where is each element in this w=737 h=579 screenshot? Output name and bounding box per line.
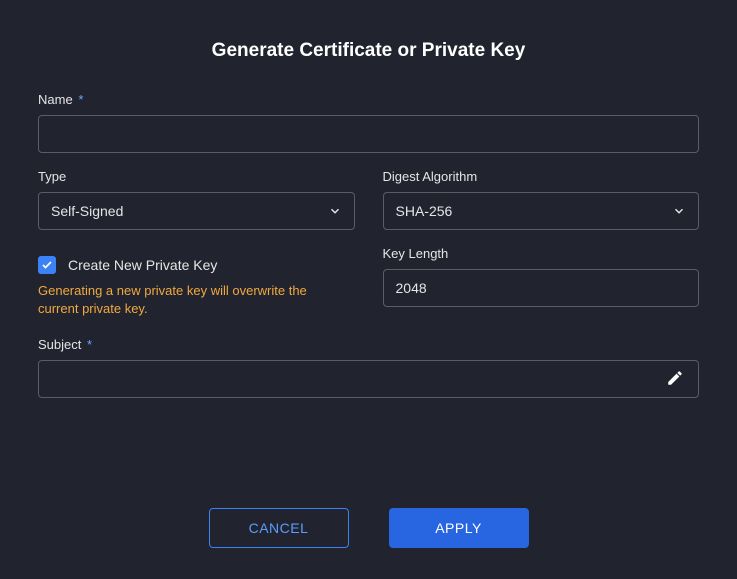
subject-input[interactable] bbox=[38, 360, 699, 398]
modal-title: Generate Certificate or Private Key bbox=[38, 40, 699, 62]
check-icon bbox=[41, 259, 53, 271]
name-label: Name * bbox=[38, 92, 699, 107]
create-key-label: Create New Private Key bbox=[68, 257, 217, 273]
required-mark: * bbox=[78, 92, 83, 107]
type-label: Type bbox=[38, 169, 355, 184]
button-row: CANCEL APPLY bbox=[38, 508, 699, 548]
type-select[interactable]: Self-Signed bbox=[38, 192, 355, 230]
cancel-button[interactable]: CANCEL bbox=[209, 508, 349, 548]
pencil-icon[interactable] bbox=[666, 369, 684, 390]
name-input[interactable] bbox=[38, 115, 699, 153]
create-key-warning: Generating a new private key will overwr… bbox=[38, 282, 348, 317]
digest-value: SHA-256 bbox=[396, 203, 453, 219]
subject-label-text: Subject bbox=[38, 337, 81, 352]
name-label-text: Name bbox=[38, 92, 73, 107]
type-field-group: Type Self-Signed bbox=[38, 169, 355, 230]
key-length-label: Key Length bbox=[383, 246, 700, 261]
digest-label: Digest Algorithm bbox=[383, 169, 700, 184]
digest-field-group: Digest Algorithm SHA-256 bbox=[383, 169, 700, 230]
create-key-row: Create New Private Key bbox=[38, 256, 355, 274]
generate-certificate-modal: Generate Certificate or Private Key Name… bbox=[0, 0, 737, 578]
subject-field-group: Subject * bbox=[38, 337, 699, 398]
create-key-checkbox[interactable] bbox=[38, 256, 56, 274]
required-mark: * bbox=[87, 337, 92, 352]
apply-button[interactable]: APPLY bbox=[389, 508, 529, 548]
digest-select[interactable]: SHA-256 bbox=[383, 192, 700, 230]
chevron-down-icon bbox=[328, 204, 342, 218]
key-length-input[interactable] bbox=[383, 269, 700, 307]
key-length-field-group: Key Length bbox=[383, 246, 700, 307]
chevron-down-icon bbox=[672, 204, 686, 218]
type-value: Self-Signed bbox=[51, 203, 123, 219]
subject-label: Subject * bbox=[38, 337, 699, 352]
name-field-group: Name * bbox=[38, 92, 699, 153]
